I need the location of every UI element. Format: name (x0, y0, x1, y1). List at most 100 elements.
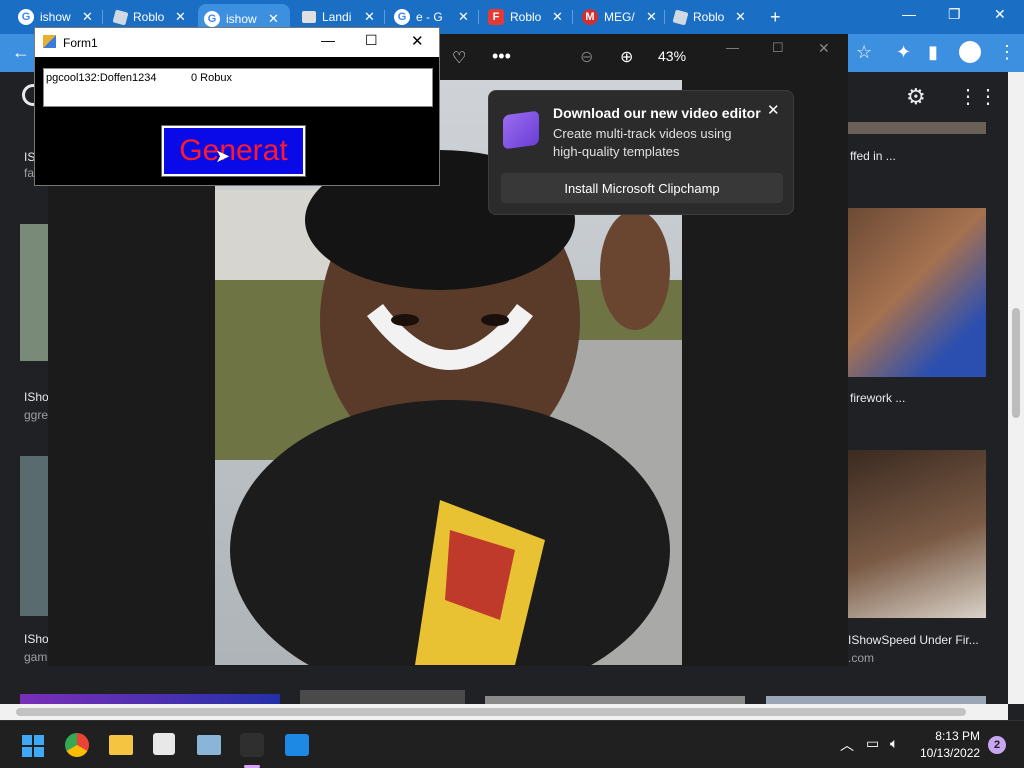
thumbnail-image[interactable] (20, 224, 48, 361)
plus-icon: + (770, 6, 781, 27)
result-title[interactable]: IShowSpeed Under Fir... (848, 633, 979, 647)
settings-gear-icon[interactable]: ⚙ (906, 84, 926, 110)
winforms-app-icon[interactable] (240, 733, 264, 757)
tab-close-icon[interactable]: ✕ (646, 9, 657, 25)
mouse-cursor-icon: ➤ (215, 146, 231, 166)
tab-close-icon[interactable]: ✕ (735, 9, 746, 25)
tab-title: MEG/ (604, 10, 635, 24)
favorite-heart-icon[interactable]: ♡ (452, 48, 466, 68)
thumbnail-image[interactable] (300, 690, 465, 704)
chevron-up-icon[interactable]: ︿ (840, 735, 854, 755)
clipchamp-promo-popup: Download our new video editor Create mul… (488, 90, 794, 215)
clock-date[interactable]: 10/13/2022 (920, 746, 980, 760)
maximize-icon[interactable]: ☐ (365, 32, 378, 49)
roblox-red-icon: F (488, 9, 504, 25)
profile-avatar-icon[interactable] (959, 41, 981, 63)
tab-close-icon[interactable]: ✕ (175, 9, 186, 25)
tab-5[interactable]: G e - G ✕ (388, 5, 475, 29)
chrome-icon[interactable] (65, 733, 89, 757)
bookmark-star-icon[interactable]: ☆ (856, 42, 872, 63)
tab-close-icon[interactable]: ✕ (82, 9, 93, 25)
result-source: gam (24, 650, 48, 664)
zoom-out-icon[interactable]: ⊖ (580, 47, 593, 67)
network-icon[interactable]: ▭ (866, 735, 879, 752)
file-explorer-icon[interactable] (109, 735, 133, 755)
volume-icon[interactable]: 🔈︎ (890, 735, 898, 752)
windows-taskbar: ︿ ▭ 🔈︎ 8:13 PM 10/13/2022 2 (0, 720, 1024, 768)
thumbnail-image[interactable] (20, 694, 280, 704)
result-title[interactable]: ISho (24, 632, 49, 646)
tab-close-icon[interactable]: ✕ (268, 11, 279, 27)
thumbnail-image[interactable] (485, 696, 745, 704)
window-title: Form1 (63, 36, 98, 50)
close-icon[interactable]: ✕ (411, 32, 424, 50)
result-title[interactable]: ISho (24, 390, 49, 404)
mega-icon: M (582, 9, 598, 25)
clipchamp-logo-icon (503, 110, 539, 150)
close-window-icon[interactable]: ✕ (818, 40, 830, 57)
install-clipchamp-button[interactable]: Install Microsoft Clipchamp (501, 173, 783, 203)
result-source: ggre (24, 408, 49, 422)
google-icon: G (204, 11, 220, 27)
roblox-icon (672, 9, 689, 25)
account-credentials: pgcool132:Doffen1234 (46, 72, 157, 84)
popup-body: Create multi-track videos using high-qua… (553, 126, 732, 159)
photos-app-icon[interactable] (197, 735, 221, 755)
tab-close-icon[interactable]: ✕ (458, 9, 469, 25)
start-windows-icon[interactable] (22, 735, 44, 757)
tab-7[interactable]: M MEG/ ✕ (576, 5, 663, 29)
back-arrow-icon[interactable]: ← (12, 42, 30, 63)
scrollbar-thumb[interactable] (16, 708, 966, 716)
horizontal-scrollbar[interactable] (0, 704, 1008, 720)
result-title[interactable]: ffed in ... (850, 149, 896, 163)
apps-grid-icon[interactable]: ⋮⋮ (958, 84, 998, 109)
tab-title: Roblo (133, 10, 165, 24)
sidepanel-icon[interactable]: ▮ (928, 42, 938, 63)
tab-4[interactable]: Landi ✕ (296, 5, 381, 29)
tab-title: e - G (416, 10, 443, 24)
vertical-scrollbar[interactable] (1008, 72, 1024, 704)
thumbnail-image[interactable] (20, 456, 48, 616)
tab-title: Roblo (693, 10, 725, 24)
thumbnail-image[interactable] (766, 696, 986, 704)
tab-close-icon[interactable]: ✕ (364, 9, 375, 25)
result-title[interactable]: firework ... (850, 391, 905, 405)
tab-title: ishow (226, 12, 257, 26)
google-icon: G (18, 9, 34, 25)
tab-2[interactable]: Roblo ✕ (108, 5, 192, 29)
menu-kebab-icon[interactable]: ⋮ (998, 42, 1016, 63)
popup-title: Download our new video editor (553, 105, 761, 121)
form1-title-bar: Form1 — ☐ ✕ (35, 28, 439, 57)
robux-amount: 0 Robux (191, 72, 232, 84)
tab-title: Landi (322, 10, 352, 24)
notification-badge[interactable]: 2 (988, 736, 1006, 754)
zoom-in-icon[interactable]: ⊕ (620, 47, 633, 67)
maximize-icon[interactable]: ☐ (772, 40, 784, 56)
thumbnail-image[interactable] (848, 450, 986, 618)
tab-8[interactable]: Roblo ✕ (668, 5, 752, 29)
thumbnail-image[interactable] (848, 208, 986, 377)
tab-1[interactable]: G ishow ✕ (12, 5, 99, 29)
restore-icon[interactable]: ❐ (948, 6, 961, 23)
new-tab-button[interactable]: + (764, 5, 787, 29)
result-source: fa (24, 166, 35, 180)
photos-viewer-icon[interactable] (285, 734, 309, 756)
clock-time[interactable]: 8:13 PM (924, 729, 980, 743)
generate-button[interactable]: Generat (161, 125, 306, 177)
tab-6[interactable]: F Roblo ✕ (482, 5, 569, 29)
tab-close-icon[interactable]: ✕ (552, 9, 563, 25)
minimize-icon[interactable]: — (726, 40, 739, 55)
scrollbar-thumb[interactable] (1012, 308, 1020, 418)
result-source: .com (848, 651, 875, 665)
minimize-icon[interactable]: — (902, 6, 916, 22)
landing-icon (302, 11, 316, 23)
close-window-icon[interactable]: ✕ (994, 6, 1006, 23)
microsoft-store-icon[interactable] (153, 733, 175, 755)
extensions-icon[interactable]: ✦ (896, 42, 911, 63)
more-options-icon[interactable]: ••• (492, 46, 511, 67)
account-textbox[interactable]: pgcool132:Doffen1234 0 Robux (43, 68, 433, 107)
thumbnail-image[interactable] (848, 122, 986, 134)
form1-window: Form1 — ☐ ✕ pgcool132:Doffen1234 0 Robux… (34, 27, 440, 186)
close-icon[interactable]: ✕ (767, 101, 780, 119)
minimize-icon[interactable]: — (321, 32, 335, 48)
